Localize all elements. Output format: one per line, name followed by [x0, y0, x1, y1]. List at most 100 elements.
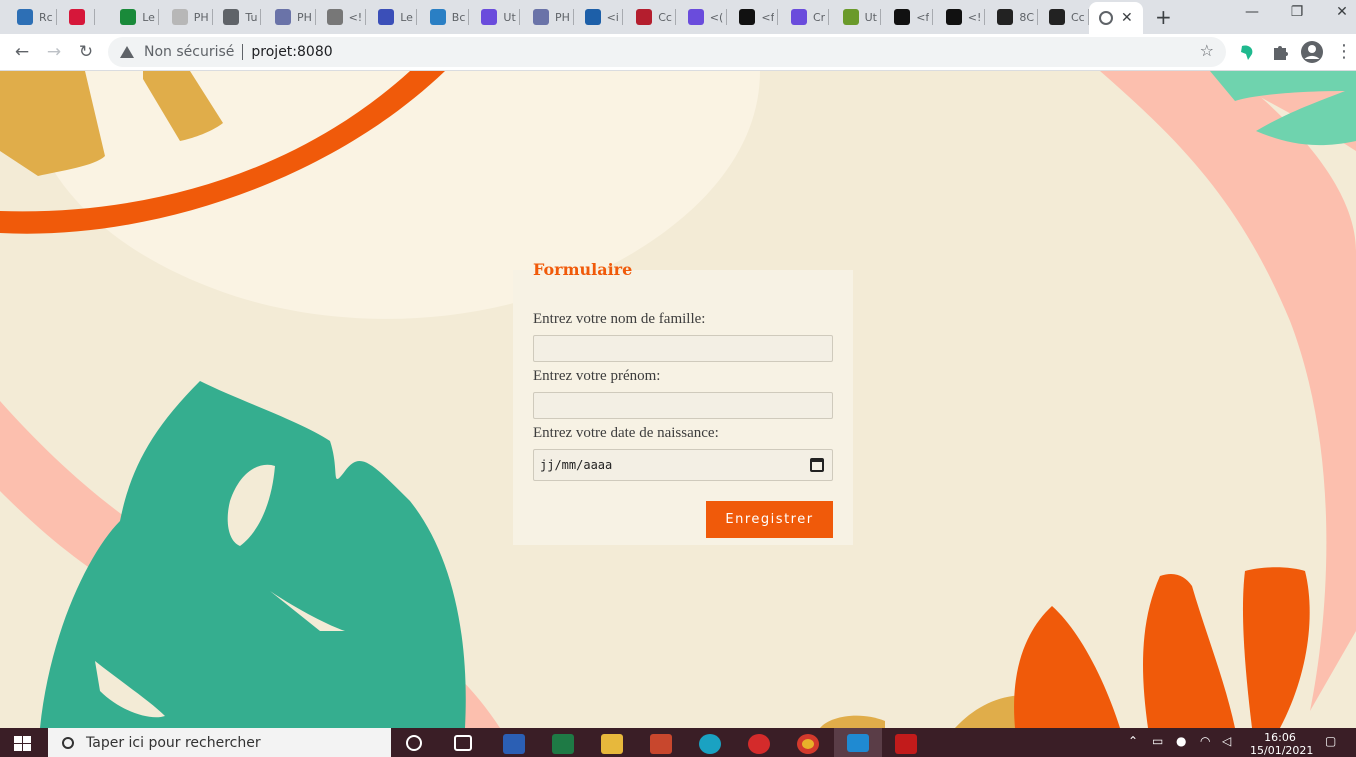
tab-label: Tu: [245, 10, 258, 24]
save-button[interactable]: Enregistrer: [706, 501, 833, 538]
chrome-icon[interactable]: [797, 734, 819, 754]
globe-icon: [223, 9, 240, 25]
form-title: Formulaire: [533, 260, 633, 279]
volume-icon[interactable]: ◁: [1222, 734, 1231, 748]
browser-tab[interactable]: PH: [533, 6, 574, 28]
tab-label: <f: [761, 10, 775, 24]
birthdate-placeholder: jj/mm/aaaa: [540, 458, 613, 472]
browser-tab[interactable]: 8C: [997, 6, 1038, 28]
first-name-input[interactable]: [533, 392, 833, 419]
tab-label: Cc: [658, 10, 672, 24]
reload-button[interactable]: ↻: [74, 40, 98, 64]
tab-label: Bc: [451, 10, 466, 24]
file-explorer-icon[interactable]: [601, 734, 623, 754]
acrobat-icon[interactable]: [895, 734, 917, 754]
browser-icon: [17, 9, 33, 25]
warning-icon: [120, 46, 134, 58]
new-tab-button[interactable]: +: [1155, 5, 1172, 29]
doc-icon: [171, 9, 188, 25]
browser-tab[interactable]: <!: [945, 6, 986, 28]
browser-tab[interactable]: <f: [739, 6, 779, 28]
windows-taskbar: Taper ici pour rechercher ⌃ ▭ ● ◠ ◁ 16:0…: [0, 728, 1356, 757]
excel-icon[interactable]: [552, 734, 574, 754]
tab-label: Le: [142, 10, 155, 24]
browser-tab[interactable]: Ut: [481, 6, 521, 28]
edge-icon[interactable]: [699, 734, 721, 754]
browser-tab[interactable]: Cc: [1049, 6, 1089, 28]
tab-label: <(: [709, 10, 724, 24]
tab-label: <i: [606, 10, 619, 24]
tab-strip: Rc Le PH Tu PH <! Le Bc Ut PH <i Cc <( <f Cr Ut <f <! 8C Cc…: [0, 0, 1356, 34]
browser-tab[interactable]: <(: [687, 6, 727, 28]
taskbar-clock[interactable]: 16:06 15/01/2021: [1250, 731, 1314, 757]
url-text[interactable]: projet:8080: [251, 44, 332, 60]
tab-label: Rc: [39, 10, 53, 24]
browser-tab[interactable]: [68, 6, 95, 28]
vscode-icon: [847, 734, 869, 752]
security-status[interactable]: Non sécurisé: [144, 44, 234, 60]
maximize-button[interactable]: ❐: [1274, 4, 1320, 20]
task-view-icon[interactable]: [454, 735, 472, 751]
browser-tab[interactable]: Tu: [223, 6, 262, 28]
taskbar-search[interactable]: Taper ici pour rechercher: [48, 728, 391, 757]
word-icon[interactable]: [503, 734, 525, 754]
f-icon: [997, 9, 1014, 25]
address-bar[interactable]: Non sécurisé projet:8080 ☆: [108, 37, 1226, 67]
browser-tab[interactable]: <f: [894, 6, 934, 28]
browser-tab[interactable]: Cr: [791, 6, 830, 28]
last-name-input[interactable]: [533, 335, 833, 362]
close-tab-button[interactable]: ✕: [1121, 10, 1133, 26]
tab-label: Ut: [503, 10, 516, 24]
bookmark-star-icon[interactable]: ☆: [1200, 41, 1214, 60]
tab-label: Cc: [1071, 10, 1085, 24]
powerpoint-icon[interactable]: [650, 734, 672, 754]
minimize-button[interactable]: —: [1229, 4, 1275, 20]
code-icon: [326, 9, 343, 25]
browser-tab[interactable]: PH: [275, 6, 316, 28]
chat-icon[interactable]: [748, 734, 770, 754]
browser-tab[interactable]: <!: [326, 6, 366, 28]
profile-avatar-icon[interactable]: [1301, 41, 1323, 63]
taskbar-search-placeholder: Taper ici pour rechercher: [86, 734, 261, 751]
browser-tab[interactable]: Bc: [429, 6, 469, 28]
tab-label: PH: [555, 10, 570, 24]
browser-tab[interactable]: Le: [120, 6, 159, 28]
browser-toolbar: ← → ↻ Non sécurisé projet:8080 ☆ ⋮: [0, 34, 1356, 71]
codepen-icon: [894, 9, 911, 25]
puzzle-icon[interactable]: [1270, 42, 1290, 62]
cortana-icon[interactable]: [406, 735, 422, 751]
tray-chevron-icon[interactable]: ⌃: [1128, 734, 1138, 748]
leaf-icon: [842, 9, 859, 25]
tab-label: <!: [967, 10, 982, 24]
microphone-icon[interactable]: ●: [1176, 734, 1186, 748]
registration-form: Formulaire Entrez votre nom de famille: …: [513, 260, 853, 545]
tab-label: <!: [348, 10, 363, 24]
clock-time: 16:06: [1264, 731, 1296, 744]
last-name-label: Entrez votre nom de famille:: [533, 311, 706, 327]
browser-tab[interactable]: <i: [584, 6, 624, 28]
menu-icon[interactable]: ⋮: [1332, 40, 1356, 64]
browser-tab[interactable]: Le: [378, 6, 417, 28]
close-window-button[interactable]: ✕: [1319, 4, 1356, 20]
browser-tab[interactable]: Cc: [636, 6, 676, 28]
tab-label: <f: [916, 10, 930, 24]
calendar-icon[interactable]: [810, 458, 824, 472]
browser-tab[interactable]: Ut: [842, 6, 882, 28]
windows-start-icon[interactable]: [14, 736, 32, 752]
wifi-icon[interactable]: ◠: [1200, 734, 1210, 748]
php-icon: [429, 9, 446, 25]
notifications-icon[interactable]: ▢: [1325, 734, 1336, 748]
extension-leaf-icon[interactable]: [1238, 42, 1258, 62]
tab-active[interactable]: ✕: [1089, 2, 1143, 34]
codepen-icon: [1049, 9, 1065, 25]
ap-icon: [378, 9, 395, 25]
birthdate-input[interactable]: jj/mm/aaaa: [533, 449, 833, 481]
battery-icon[interactable]: ▭: [1152, 734, 1163, 748]
browser-tab[interactable]: Rc: [17, 6, 57, 28]
browser-tab[interactable]: PH: [171, 6, 213, 28]
vscode-taskbar-slot[interactable]: [834, 728, 882, 757]
codepen-icon: [739, 9, 756, 25]
clock-date: 15/01/2021: [1250, 744, 1314, 757]
forward-button[interactable]: →: [42, 40, 66, 64]
back-button[interactable]: ←: [10, 40, 34, 64]
